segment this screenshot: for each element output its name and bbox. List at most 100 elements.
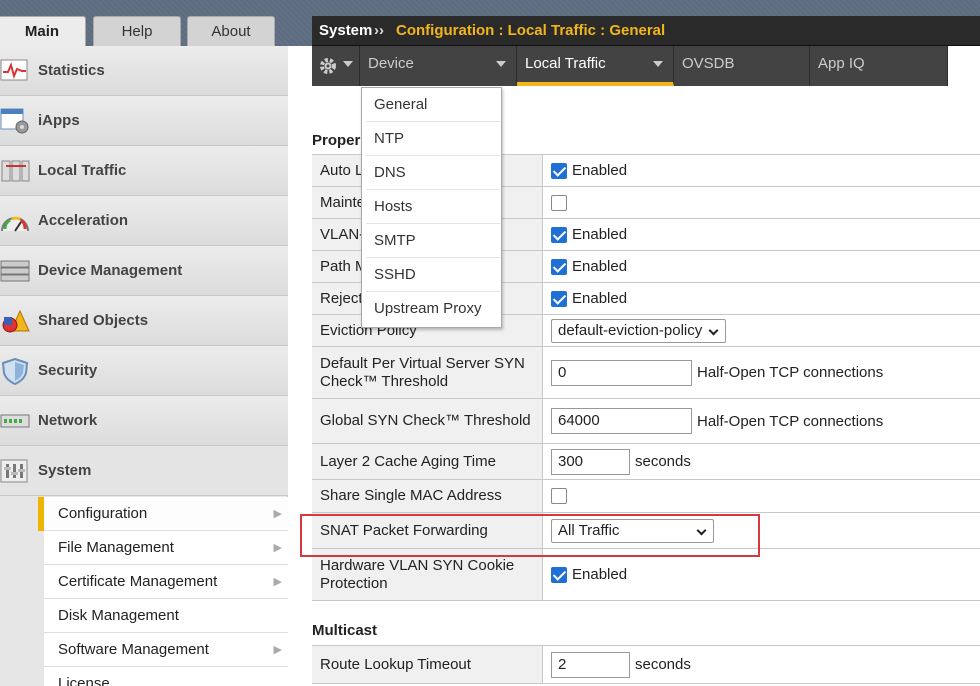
nav-label: System: [38, 462, 92, 479]
submenu-certificate-management[interactable]: Certificate Management ▶: [44, 565, 288, 599]
submenu-label: Certificate Management: [58, 573, 218, 590]
nav-item-local-traffic[interactable]: Local Traffic: [0, 146, 288, 196]
tab-ovsdb[interactable]: OVSDB: [674, 46, 810, 86]
row-label: Hardware VLAN SYN Cookie Protection: [312, 549, 543, 600]
row-label: Layer 2 Cache Aging Time: [312, 444, 543, 479]
nav-label: Network: [38, 412, 98, 429]
tab-about[interactable]: About: [187, 16, 275, 46]
tab-local-traffic[interactable]: Local Traffic: [517, 46, 674, 86]
breadcrumb-root[interactable]: System: [319, 16, 372, 46]
maintenance-checkbox[interactable]: [551, 194, 567, 211]
reject-checkbox[interactable]: [551, 290, 567, 307]
security-icon: [1, 357, 29, 385]
multicast-section-title: Multicast: [312, 622, 378, 639]
gear-icon: [320, 58, 336, 74]
snat-forwarding-select[interactable]: All Traffic: [551, 518, 714, 543]
checkbox-label: Enabled: [572, 566, 628, 583]
tab-label: Local Traffic: [525, 55, 606, 72]
l2-cache-aging-input[interactable]: 300: [551, 448, 630, 475]
table-row: Route Lookup Timeout 2 seconds: [312, 646, 980, 684]
route-lookup-timeout-input[interactable]: 2: [551, 651, 630, 678]
checkbox-label: Enabled: [572, 226, 628, 243]
submenu-label: Configuration: [58, 505, 148, 522]
hw-vlan-syn-cookie-checkbox[interactable]: [551, 566, 567, 583]
nav-item-iapps[interactable]: iApps: [0, 96, 288, 146]
eviction-policy-select[interactable]: default-eviction-policy: [551, 318, 726, 343]
menu-item-ntp[interactable]: NTP: [366, 122, 500, 156]
breadcrumb: System ›› Configuration : Local Traffic …: [312, 16, 980, 46]
checkbox-label: Enabled: [572, 162, 628, 179]
nav-item-system[interactable]: System: [0, 446, 288, 496]
input-suffix: seconds: [635, 656, 691, 673]
chevron-down-icon: [343, 61, 353, 67]
gear-menu-button[interactable]: [312, 46, 360, 86]
select-value: All Traffic: [558, 521, 620, 539]
breadcrumb-separator: ››: [374, 22, 384, 39]
nav-item-network[interactable]: Network: [0, 396, 288, 446]
menu-item-general[interactable]: General: [366, 88, 500, 122]
nav-label: Statistics: [38, 62, 105, 79]
submenu-file-management[interactable]: File Management ▶: [44, 531, 288, 565]
chevron-right-icon: ▶: [273, 644, 282, 656]
submenu-disk-management[interactable]: Disk Management: [44, 599, 288, 633]
submenu-license[interactable]: License: [44, 667, 288, 686]
left-tabs: Main Help About: [0, 16, 290, 46]
chevron-down-icon: [653, 61, 663, 67]
submenu-configuration[interactable]: Configuration ▶: [38, 497, 288, 531]
device-dropdown-menu: General NTP DNS Hosts SMTP SSHD Upstream…: [361, 87, 502, 328]
tab-label: OVSDB: [682, 55, 735, 72]
tab-app-iq[interactable]: App IQ: [810, 46, 948, 86]
row-label: Global SYN Check™ Threshold: [312, 399, 543, 443]
network-icon: [0, 414, 30, 428]
chevron-down-icon: [696, 525, 707, 535]
row-label: Default Per Virtual Server SYN Check™ Th…: [312, 347, 543, 398]
nav-item-acceleration[interactable]: Acceleration: [0, 196, 288, 246]
menu-item-dns[interactable]: DNS: [366, 156, 500, 190]
nav-label: Device Management: [38, 262, 183, 279]
tab-device[interactable]: Device: [360, 46, 517, 86]
global-syn-threshold-input[interactable]: 64000: [551, 408, 692, 434]
menu-item-upstream-proxy[interactable]: Upstream Proxy: [366, 292, 500, 326]
nav-label: Acceleration: [38, 212, 129, 229]
auto-checkbox[interactable]: [551, 162, 567, 179]
tab-help[interactable]: Help: [93, 16, 181, 46]
nav-item-security[interactable]: Security: [0, 346, 288, 396]
menu-item-hosts[interactable]: Hosts: [366, 190, 500, 224]
share-mac-checkbox[interactable]: [551, 488, 567, 504]
nav-label: Local Traffic: [38, 162, 127, 179]
device-management-icon: [0, 260, 30, 282]
nav-label: iApps: [38, 112, 80, 129]
nav-label: Security: [38, 362, 98, 379]
input-suffix: Half-Open TCP connections: [697, 412, 884, 430]
submenu-software-management[interactable]: Software Management ▶: [44, 633, 288, 667]
menu-item-smtp[interactable]: SMTP: [366, 224, 500, 258]
nav-item-device-management[interactable]: Device Management: [0, 246, 288, 296]
nav-item-statistics[interactable]: Statistics: [0, 46, 288, 96]
tab-label: Device: [368, 55, 414, 72]
table-row: Default Per Virtual Server SYN Check™ Th…: [312, 347, 980, 399]
row-label: Share Single MAC Address: [312, 480, 543, 512]
submenu-label: Software Management: [58, 641, 209, 658]
menu-item-sshd[interactable]: SSHD: [366, 258, 500, 292]
vlan-checkbox[interactable]: [551, 226, 567, 243]
nav-item-shared-objects[interactable]: Shared Objects: [0, 296, 288, 346]
select-value: default-eviction-policy: [558, 321, 703, 339]
table-row: Hardware VLAN SYN Cookie Protection Enab…: [312, 549, 980, 601]
checkbox-label: Enabled: [572, 290, 628, 307]
submenu-label: File Management: [58, 539, 174, 556]
chevron-right-icon: ▶: [273, 542, 282, 554]
system-icon: [0, 459, 28, 483]
properties-section-title: Proper: [312, 132, 361, 149]
breadcrumb-path: Configuration : Local Traffic : General: [396, 22, 666, 39]
submenu-label: Disk Management: [58, 607, 179, 624]
input-suffix: Half-Open TCP connections: [697, 364, 884, 381]
chevron-down-icon: [708, 325, 719, 335]
tab-main[interactable]: Main: [0, 16, 86, 46]
input-suffix: seconds: [635, 453, 691, 470]
row-label: Route Lookup Timeout: [312, 646, 543, 683]
default-syn-threshold-input[interactable]: 0: [551, 359, 692, 386]
shared-objects-icon: [2, 309, 30, 333]
path-mtu-checkbox[interactable]: [551, 258, 567, 275]
acceleration-icon: [1, 216, 29, 232]
chevron-down-icon: [496, 61, 506, 67]
